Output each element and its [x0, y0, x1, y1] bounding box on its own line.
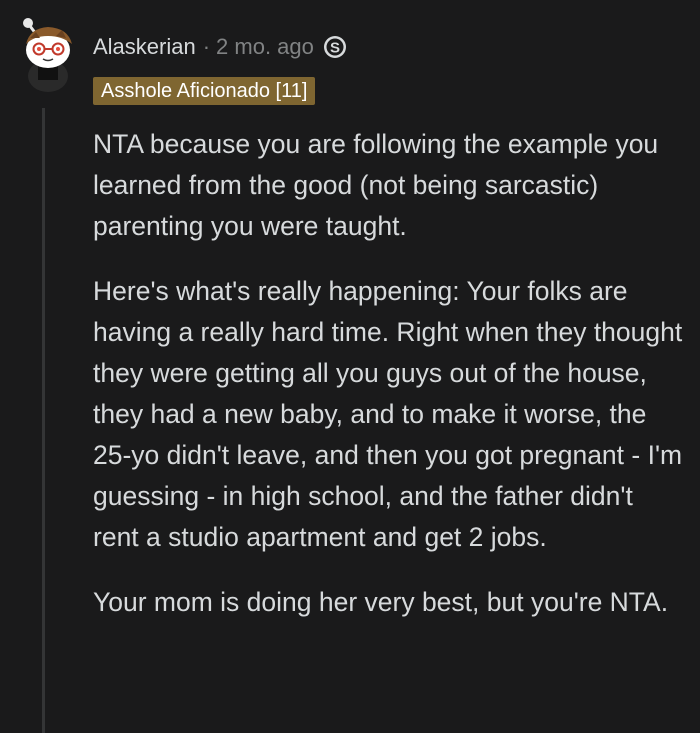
timestamp-link[interactable]: 2 mo. ago — [216, 34, 314, 60]
username-link[interactable]: Alaskerian — [93, 34, 196, 60]
silver-award-icon[interactable]: S — [323, 35, 347, 59]
thread-collapse-line[interactable] — [42, 108, 45, 733]
meta-separator: · — [202, 34, 211, 59]
comment: Alaskerian · 2 mo. ago S Asshole Aficion… — [0, 0, 700, 733]
comment-paragraph: NTA because you are following the exampl… — [93, 129, 659, 241]
user-avatar[interactable] — [12, 14, 78, 92]
svg-text:S: S — [330, 40, 340, 57]
comment-body: NTA because you are following the exampl… — [93, 124, 683, 647]
comment-paragraph: Your mom is doing her very best, but you… — [93, 587, 669, 617]
user-flair: Asshole Aficionado [11] — [93, 77, 316, 105]
comment-paragraph: Here's what's really happening: Your fol… — [93, 276, 683, 552]
comment-header: Alaskerian · 2 mo. ago S — [93, 30, 347, 64]
